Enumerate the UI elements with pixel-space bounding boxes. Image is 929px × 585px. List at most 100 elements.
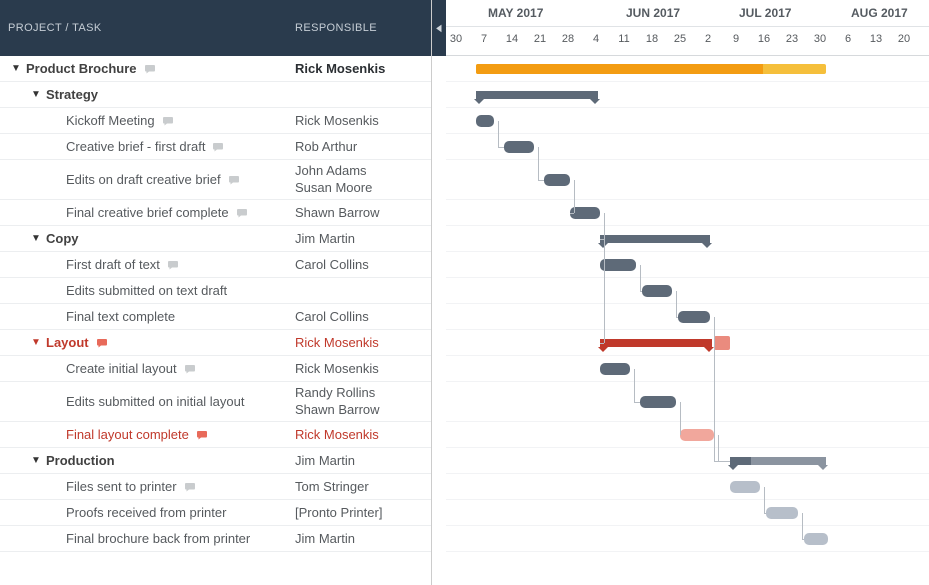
gantt-row [446, 304, 929, 330]
responsible-cell: Rick Mosenkis [295, 422, 431, 447]
comment-icon[interactable] [143, 63, 157, 75]
timeline-day-label: 4 [582, 33, 610, 45]
gantt-row [446, 160, 929, 200]
responsible-name: Rick Mosenkis [295, 361, 379, 376]
gantt-row [446, 526, 929, 552]
task-name: Production [46, 453, 115, 468]
expand-toggle-icon[interactable]: ▼ [30, 455, 42, 466]
responsible-name: Shawn Barrow [295, 402, 380, 418]
comment-icon[interactable] [166, 259, 180, 271]
responsible-cell: Rick Mosenkis [295, 330, 431, 355]
project-summary-bar[interactable] [476, 64, 826, 74]
task-bar[interactable] [504, 141, 534, 153]
task-name: Layout [46, 335, 89, 350]
task-bar[interactable] [642, 285, 672, 297]
task-row[interactable]: Files sent to printerTom Stringer [0, 474, 431, 500]
responsible-cell [295, 82, 431, 107]
task-row[interactable]: First draft of textCarol Collins [0, 252, 431, 278]
gantt-row [446, 500, 929, 526]
task-bar[interactable] [766, 507, 798, 519]
task-bar[interactable] [570, 207, 600, 219]
expand-toggle-icon[interactable]: ▼ [10, 63, 22, 74]
gantt-row [446, 356, 929, 382]
gantt-row [446, 82, 929, 108]
timeline-day-label: 13 [862, 33, 890, 45]
comment-icon[interactable] [161, 115, 175, 127]
task-bar[interactable] [678, 311, 710, 323]
comment-icon[interactable] [235, 207, 249, 219]
timeline-day-label: 23 [778, 33, 806, 45]
task-bar[interactable] [680, 429, 714, 441]
timeline-day-label: 14 [498, 33, 526, 45]
responsible-cell: Jim Martin [295, 226, 431, 251]
expand-toggle-icon[interactable]: ▼ [30, 337, 42, 348]
timeline-day-label: 11 [610, 33, 638, 45]
timeline-day-label: 16 [750, 33, 778, 45]
task-name: Final text complete [66, 309, 175, 324]
group-summary-bar[interactable] [730, 457, 826, 465]
gantt-row [446, 134, 929, 160]
task-bar[interactable] [640, 396, 676, 408]
group-summary-bar[interactable] [600, 339, 712, 347]
timeline-month-label: JUL 2017 [739, 6, 791, 20]
task-row[interactable]: Creative brief - first draftRob Arthur [0, 134, 431, 160]
comment-icon[interactable] [95, 337, 109, 349]
task-row[interactable]: Edits submitted on text draft [0, 278, 431, 304]
responsible-cell: Randy RollinsShawn Barrow [295, 382, 431, 421]
comment-icon[interactable] [211, 141, 225, 153]
responsible-cell: Rick Mosenkis [295, 56, 431, 81]
task-bar[interactable] [730, 481, 760, 493]
task-name: First draft of text [66, 257, 160, 272]
task-row[interactable]: Edits on draft creative briefJohn AdamsS… [0, 160, 431, 200]
task-row[interactable]: Final brochure back from printerJim Mart… [0, 526, 431, 552]
timeline-month-label: AUG 2017 [851, 6, 908, 20]
gantt-row [446, 226, 929, 252]
responsible-name: Rick Mosenkis [295, 427, 379, 442]
timeline-day-label: 25 [666, 33, 694, 45]
task-row[interactable]: Create initial layoutRick Mosenkis [0, 356, 431, 382]
task-row[interactable]: Edits submitted on initial layoutRandy R… [0, 382, 431, 422]
task-row[interactable]: Proofs received from printer[Pronto Prin… [0, 500, 431, 526]
task-bar[interactable] [476, 115, 494, 127]
task-row[interactable]: ▼CopyJim Martin [0, 226, 431, 252]
timeline-header: MAY 2017JUN 2017JUL 2017AUG 2017 3071421… [446, 0, 929, 56]
gantt-row [446, 200, 929, 226]
task-row[interactable]: Final text complete Carol Collins [0, 304, 431, 330]
responsible-cell: Tom Stringer [295, 474, 431, 499]
timeline-day-label: 18 [638, 33, 666, 45]
responsible-name: Carol Collins [295, 309, 369, 324]
task-row[interactable]: Final creative brief completeShawn Barro… [0, 200, 431, 226]
task-bar[interactable] [600, 259, 636, 271]
expand-toggle-icon[interactable]: ▼ [30, 233, 42, 244]
task-row[interactable]: ▼Strategy [0, 82, 431, 108]
task-name: Edits submitted on text draft [66, 283, 227, 298]
expand-toggle-icon[interactable]: ▼ [30, 89, 42, 100]
comment-icon[interactable] [195, 429, 209, 441]
task-row[interactable]: Final layout completeRick Mosenkis [0, 422, 431, 448]
group-summary-bar[interactable] [600, 235, 710, 243]
responsible-cell: Carol Collins [295, 304, 431, 329]
responsible-name: Tom Stringer [295, 479, 369, 494]
task-row[interactable]: ▼ Layout Rick Mosenkis [0, 330, 431, 356]
comment-icon[interactable] [183, 481, 197, 493]
task-bar[interactable] [544, 174, 570, 186]
task-row[interactable]: ▼ Production Jim Martin [0, 448, 431, 474]
task-name: Final creative brief complete [66, 205, 229, 220]
collapse-left-panel-button[interactable]: ◀ [432, 0, 446, 56]
responsible-cell: Rob Arthur [295, 134, 431, 159]
task-bar[interactable] [804, 533, 828, 545]
comment-icon[interactable] [183, 363, 197, 375]
gantt-row [446, 422, 929, 448]
timeline-day-label: 21 [526, 33, 554, 45]
timeline-day-label: 6 [834, 33, 862, 45]
comment-icon[interactable] [227, 174, 241, 186]
gantt-row [446, 108, 929, 134]
responsible-name: John Adams [295, 163, 372, 179]
task-bar[interactable] [600, 363, 630, 375]
gantt-row [446, 330, 929, 356]
responsible-cell: Jim Martin [295, 448, 431, 473]
task-row[interactable]: Kickoff MeetingRick Mosenkis [0, 108, 431, 134]
group-summary-bar[interactable] [476, 91, 598, 99]
responsible-name: Jim Martin [295, 453, 355, 468]
task-row[interactable]: ▼Product BrochureRick Mosenkis [0, 56, 431, 82]
